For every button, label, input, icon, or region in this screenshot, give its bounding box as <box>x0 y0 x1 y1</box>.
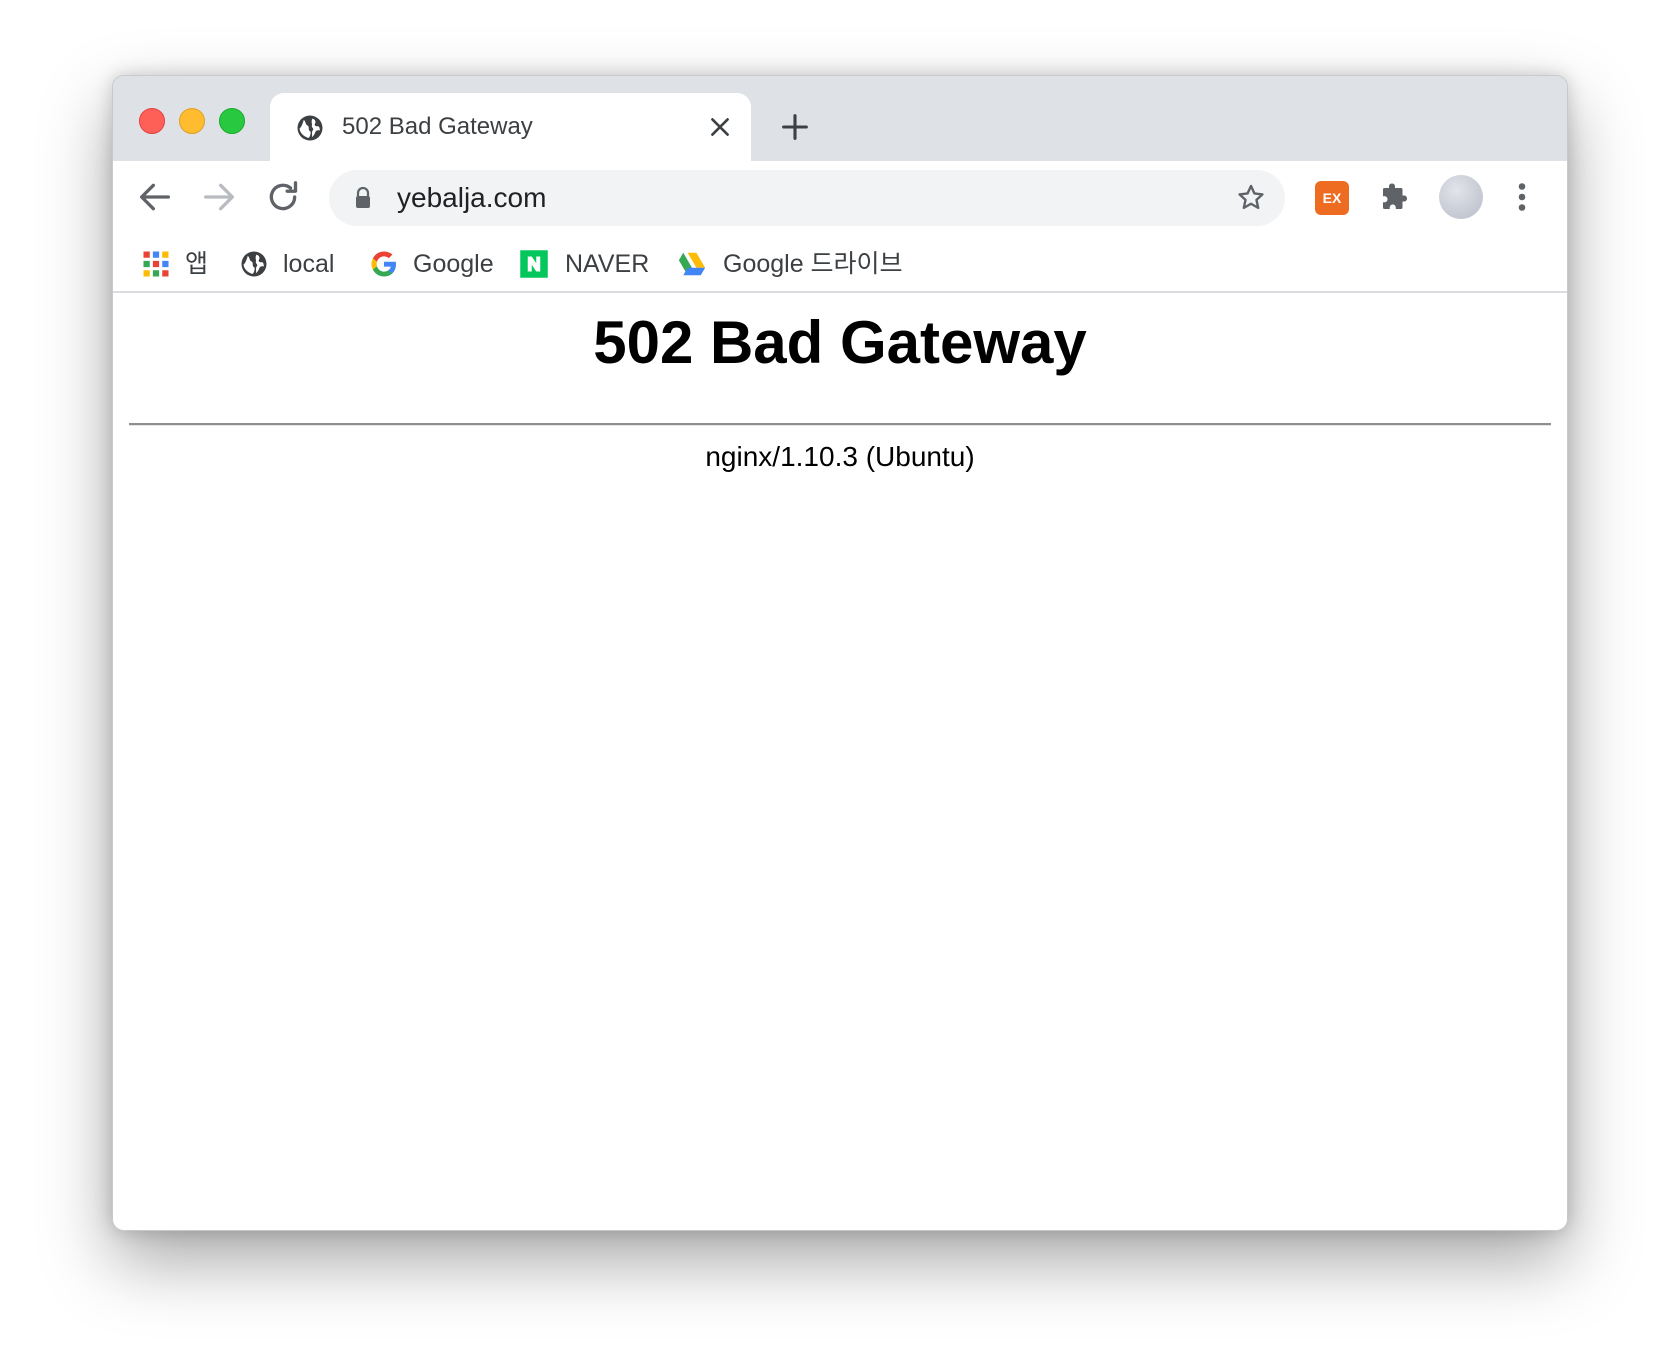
bookmark-naver[interactable]: NAVER <box>519 243 649 281</box>
bookmark-apps[interactable]: 앱 <box>141 243 213 281</box>
reload-icon[interactable] <box>263 177 303 217</box>
tab-title: 502 Bad Gateway <box>342 113 533 140</box>
window-maximize-button[interactable] <box>219 108 245 134</box>
lock-icon[interactable] <box>353 186 373 210</box>
ex-extension-button[interactable]: EX <box>1315 181 1349 215</box>
new-tab-plus-icon[interactable] <box>778 110 812 144</box>
bookmark-label: Google 드라이브 <box>723 250 903 278</box>
tab-strip: 502 Bad Gateway <box>113 76 1567 161</box>
profile-avatar[interactable] <box>1439 175 1483 219</box>
google-drive-icon <box>678 252 706 276</box>
globe-icon <box>241 251 267 277</box>
back-arrow-icon[interactable] <box>135 177 175 217</box>
google-g-icon <box>371 251 396 277</box>
error-heading: 502 Bad Gateway <box>593 309 1087 376</box>
bookmarks-bar: 앱 local Google NAVER Google 드라이브 <box>113 233 1567 293</box>
url-text[interactable]: yebalja.com <box>397 180 546 216</box>
bookmark-google-drive[interactable]: Google 드라이브 <box>677 243 903 281</box>
bookmark-google[interactable]: Google <box>369 243 494 281</box>
apps-grid-icon <box>143 251 169 277</box>
naver-icon <box>520 250 548 278</box>
page-content: 502 Bad Gateway nginx/1.10.3 (Ubuntu) <box>113 293 1567 1230</box>
desktop-background: 502 Bad Gateway yebalja.com EX 앱 local G… <box>0 0 1672 1372</box>
horizontal-rule <box>129 423 1551 426</box>
globe-icon <box>297 115 323 141</box>
tab-active[interactable]: 502 Bad Gateway <box>270 93 751 161</box>
bookmark-label: NAVER <box>565 250 650 278</box>
bookmark-label: local <box>283 250 335 278</box>
close-icon[interactable] <box>707 114 733 140</box>
puzzle-extensions-icon[interactable] <box>1377 179 1413 215</box>
server-signature: nginx/1.10.3 (Ubuntu) <box>705 441 975 472</box>
bookmark-local[interactable]: local <box>239 243 339 281</box>
forward-arrow-icon[interactable] <box>199 177 239 217</box>
bookmark-star-icon[interactable] <box>1235 182 1267 214</box>
browser-window: 502 Bad Gateway yebalja.com EX 앱 local G… <box>112 75 1568 1231</box>
window-minimize-button[interactable] <box>179 108 205 134</box>
window-close-button[interactable] <box>139 108 165 134</box>
kebab-menu-icon[interactable] <box>1509 179 1535 215</box>
bookmark-label: Google <box>413 250 494 278</box>
address-bar[interactable]: yebalja.com <box>329 170 1285 226</box>
navigation-toolbar: yebalja.com EX <box>113 161 1567 233</box>
bookmark-label: 앱 <box>185 250 209 278</box>
